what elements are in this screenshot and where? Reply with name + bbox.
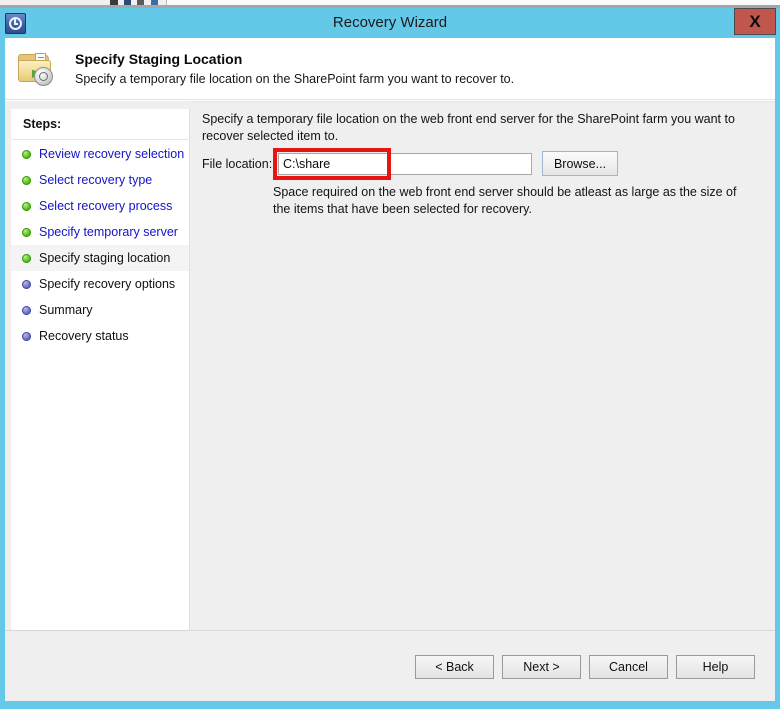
- step-label: Specify staging location: [39, 251, 171, 265]
- step-bullet-icon: [22, 254, 31, 263]
- sidebar-step-1[interactable]: Select recovery type: [11, 167, 189, 193]
- sidebar-step-0[interactable]: Review recovery selection: [11, 141, 189, 167]
- steps-list: Review recovery selection Select recovery…: [11, 141, 189, 349]
- close-icon[interactable]: X: [734, 8, 776, 35]
- wizard-footer: < Back Next > Cancel Help: [5, 631, 775, 701]
- intro-text: Specify a temporary file location on the…: [202, 112, 735, 143]
- sidebar-step-3[interactable]: Specify temporary server: [11, 219, 189, 245]
- wizard-header: Specify Staging Location Specify a tempo…: [5, 38, 775, 100]
- step-label: Summary: [39, 303, 93, 317]
- page-title: Specify Staging Location: [75, 51, 243, 67]
- space-required-hint: Space required on the web front end serv…: [273, 185, 737, 216]
- background-window-strip: [0, 0, 780, 8]
- file-location-row: File location: Browse...: [202, 148, 762, 180]
- back-button[interactable]: < Back: [415, 655, 494, 679]
- folder-recovery-icon: [15, 49, 59, 89]
- step-label: Select recovery process: [39, 199, 173, 213]
- recovery-wizard-window: Recovery Wizard X Specify Staging Locati…: [0, 8, 780, 709]
- wizard-body: Steps: Review recovery selection Select r…: [5, 101, 775, 701]
- sidebar-step-5: Specify recovery options: [11, 271, 189, 297]
- steps-sidebar: Steps: Review recovery selection Select r…: [11, 109, 190, 693]
- file-location-label: File location:: [202, 157, 273, 171]
- next-button[interactable]: Next >: [502, 655, 581, 679]
- sidebar-step-6: Summary: [11, 297, 189, 323]
- step-bullet-icon: [22, 228, 31, 237]
- wizard-page: Specify Staging Location Specify a tempo…: [5, 38, 775, 701]
- browse-button[interactable]: Browse...: [542, 151, 618, 176]
- file-location-input[interactable]: [278, 153, 532, 175]
- step-bullet-icon: [22, 202, 31, 211]
- window-titlebar: Recovery Wizard X: [0, 8, 780, 38]
- step-bullet-icon: [22, 150, 31, 159]
- help-button[interactable]: Help: [676, 655, 755, 679]
- screenshot-root: Recovery Wizard X Specify Staging Locati…: [0, 0, 780, 709]
- step-label: Specify recovery options: [39, 277, 176, 291]
- page-subtitle: Specify a temporary file location on the…: [75, 72, 515, 86]
- sidebar-step-7: Recovery status: [11, 323, 189, 349]
- sidebar-step-4: Specify staging location: [11, 245, 189, 271]
- steps-heading-divider: [11, 139, 189, 140]
- step-bullet-icon: [22, 280, 31, 289]
- sidebar-step-2[interactable]: Select recovery process: [11, 193, 189, 219]
- content-top-divider: [191, 101, 775, 102]
- step-bullet-icon: [22, 176, 31, 185]
- step-label: Select recovery type: [39, 173, 153, 187]
- step-bullet-icon: [22, 306, 31, 315]
- step-label: Specify temporary server: [39, 225, 178, 239]
- window-title: Recovery Wizard: [332, 14, 448, 31]
- step-label: Recovery status: [39, 329, 129, 343]
- main-content: Specify a temporary file location on the…: [191, 101, 775, 701]
- cancel-button[interactable]: Cancel: [589, 655, 668, 679]
- step-bullet-icon: [22, 332, 31, 341]
- step-label: Review recovery selection: [39, 147, 185, 161]
- steps-heading: Steps:: [23, 117, 62, 131]
